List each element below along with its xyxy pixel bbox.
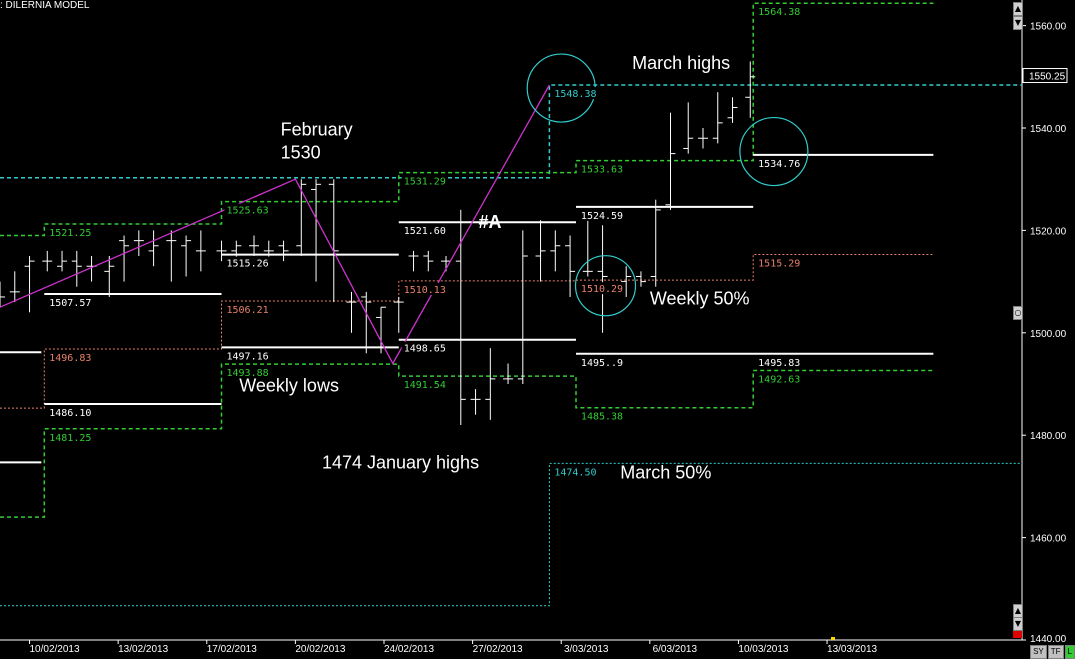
annotation-label: #A <box>479 212 502 232</box>
value-label: 1515.29 <box>758 259 800 270</box>
y-tick-label: 1500.00 <box>1030 329 1067 340</box>
value-label: 1486.10 <box>49 408 91 419</box>
x-tick-label: 27/02/2013 <box>473 644 523 655</box>
value-label: 1521.25 <box>49 228 91 239</box>
y-tick-label: 1540.00 <box>1030 124 1067 135</box>
x-tick-label: 10/02/2013 <box>30 644 80 655</box>
annotation-label: February <box>281 120 353 140</box>
x-tick-label: 3/03/2013 <box>564 644 609 655</box>
current-bar-marker <box>831 637 835 640</box>
l-button[interactable]: L <box>1064 645 1075 659</box>
status-marker <box>1013 630 1022 638</box>
last-price-label: 1550.25 <box>1029 72 1066 83</box>
value-label: 1525.63 <box>226 206 268 217</box>
tf-button[interactable]: TF <box>1047 645 1064 659</box>
annotation-label: 1474 January highs <box>322 452 479 472</box>
x-tick-label: 20/02/2013 <box>295 644 345 655</box>
value-label: 1564.38 <box>758 7 800 18</box>
x-tick-label: 13/03/2013 <box>827 644 877 655</box>
value-label: 1515.26 <box>226 259 268 270</box>
value-label: 1524.59 <box>581 211 623 222</box>
value-label: 1548.38 <box>554 89 596 100</box>
value-label: 1474.50 <box>554 467 596 478</box>
chart-title: : DILERNIA MODEL <box>0 0 90 11</box>
y-tick-label: 1520.00 <box>1030 226 1067 237</box>
y-tick-label: 1480.00 <box>1030 431 1067 442</box>
value-label: 1507.57 <box>49 298 91 309</box>
annotation-label: March highs <box>632 53 730 73</box>
value-label: 1496.83 <box>49 353 91 364</box>
x-tick-label: 17/02/2013 <box>207 644 257 655</box>
corner-buttons: SY TF L <box>1030 645 1075 659</box>
value-label: 1510.29 <box>581 284 623 295</box>
x-tick-label: 13/02/2013 <box>118 644 168 655</box>
scroll-down-button[interactable]: ▼ <box>1013 16 1023 30</box>
x-tick-label: 10/03/2013 <box>738 644 788 655</box>
value-label: 1485.38 <box>581 412 623 423</box>
annotation-label: Weekly 50% <box>650 289 750 309</box>
value-label: 1521.60 <box>404 226 446 237</box>
scroll-bottom-down-button[interactable]: ▼ <box>1013 617 1023 631</box>
value-label: 1534.76 <box>758 159 800 170</box>
y-tick-label: 1460.00 <box>1030 534 1067 545</box>
scroll-up-button[interactable]: ▲ <box>1013 2 1023 16</box>
value-label: 1495.83 <box>758 358 800 369</box>
value-label: 1533.63 <box>581 165 623 176</box>
y-tick-label: 1440.00 <box>1030 634 1067 645</box>
value-label: 1497.16 <box>226 351 268 362</box>
value-label: 1498.65 <box>404 344 446 355</box>
scroll-bottom-up-button[interactable]: ▲ <box>1013 604 1023 618</box>
chart-background <box>0 0 1075 659</box>
annotation-label: 1530 <box>281 143 321 163</box>
value-label: 1510.13 <box>404 285 446 296</box>
x-tick-label: 6/03/2013 <box>653 644 698 655</box>
value-label: 1506.21 <box>226 305 268 316</box>
value-label: 1491.54 <box>404 380 446 391</box>
x-tick-label: 24/02/2013 <box>384 644 434 655</box>
value-label: 1495..9 <box>581 358 623 369</box>
annotation-label: Weekly lows <box>239 376 339 396</box>
zoom-toggle-button[interactable]: ○ <box>1013 306 1023 320</box>
price-chart: 1440.00 1460.00 1480.00 1500.00 1520.00 1540.… <box>0 0 1075 659</box>
value-label: 1492.63 <box>758 375 800 386</box>
annotation-label: March 50% <box>620 463 711 483</box>
value-label: 1531.29 <box>404 177 446 188</box>
sy-button[interactable]: SY <box>1030 645 1047 659</box>
y-tick-label: 1560.00 <box>1030 22 1067 33</box>
value-label: 1481.25 <box>49 433 91 444</box>
